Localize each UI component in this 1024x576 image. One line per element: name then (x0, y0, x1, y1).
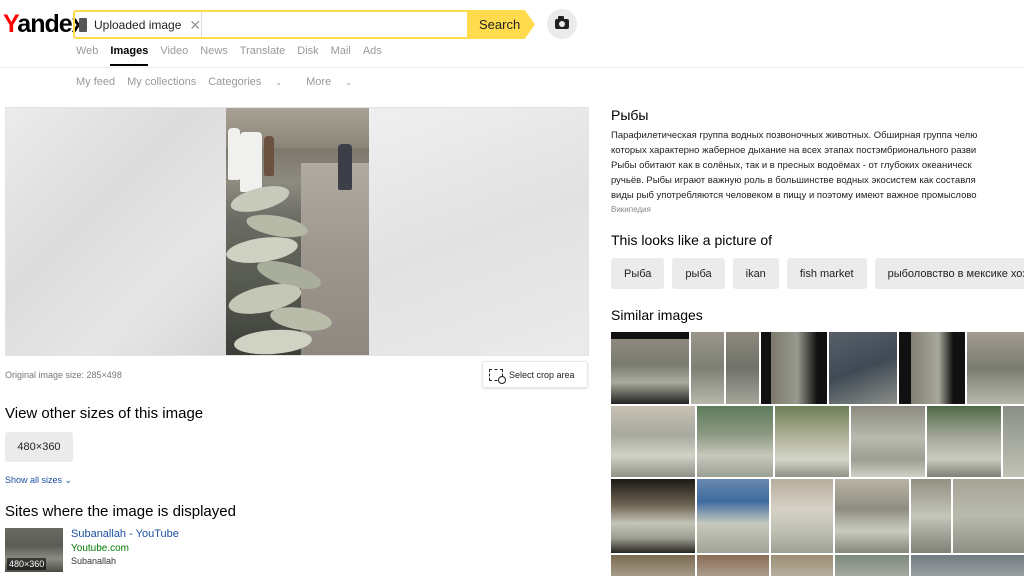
crop-icon (489, 368, 506, 384)
similar-image-tile[interactable] (761, 332, 827, 404)
similar-image-tile[interactable] (927, 406, 1001, 477)
original-image-size: Original image size: 285×498 (5, 370, 122, 380)
blurred-backdrop-left (6, 108, 226, 355)
camera-search-button[interactable] (547, 9, 577, 39)
similar-image-tile[interactable] (771, 479, 833, 553)
similar-image-tile[interactable] (611, 479, 695, 553)
select-crop-area-button[interactable]: Select crop area (482, 361, 588, 388)
similar-image-tile[interactable] (1003, 406, 1024, 477)
chevron-down-icon: ⌄ (345, 78, 352, 87)
similar-image-tile[interactable] (697, 555, 769, 576)
nav-images[interactable]: Images (110, 45, 148, 66)
similar-image-tile[interactable] (611, 332, 689, 404)
search-box[interactable]: Uploaded image ✕ (73, 10, 467, 39)
query-image-preview[interactable] (5, 107, 589, 356)
similar-image-tile[interactable] (771, 555, 833, 576)
header: Yandex Uploaded image ✕ Search Web Image… (0, 0, 1024, 68)
similar-image-tile[interactable] (851, 406, 925, 477)
similar-image-tile[interactable] (726, 332, 759, 404)
similar-image-tile[interactable] (691, 332, 724, 404)
my-feed-link[interactable]: My feed (76, 76, 115, 88)
show-all-sizes-link[interactable]: Show all sizes ⌄ (5, 475, 72, 486)
entity-title[interactable]: Рыбы (611, 107, 648, 123)
fish-market-photo (224, 108, 369, 355)
uploaded-image-thumbnail (79, 18, 87, 32)
service-nav: Web Images Video News Translate Disk Mai… (76, 45, 394, 66)
search-divider (201, 12, 202, 37)
similar-image-tile[interactable] (697, 406, 773, 477)
thumbnail-size-label: 480×360 (7, 558, 47, 570)
my-collections-link[interactable]: My collections (127, 76, 196, 88)
similar-image-tile[interactable] (835, 479, 909, 553)
entity-source-link[interactable]: Википедия (611, 205, 651, 214)
search-button[interactable]: Search (467, 10, 535, 39)
chevron-down-icon: ⌄ (64, 475, 73, 485)
similar-image-tile[interactable] (911, 479, 951, 553)
other-sizes-heading: View other sizes of this image (5, 405, 204, 422)
similar-image-tile[interactable] (967, 332, 1024, 404)
chip-label: Uploaded image (94, 18, 182, 32)
similar-image-tile[interactable] (911, 555, 1024, 576)
sites-heading: Sites where the image is displayed (5, 503, 236, 520)
nav-mail[interactable]: Mail (331, 45, 351, 57)
site-thumbnail[interactable]: 480×360 (5, 528, 63, 572)
similar-image-tile[interactable] (775, 406, 849, 477)
similar-images-grid (611, 332, 1024, 576)
tag-button[interactable]: ikan (732, 258, 779, 289)
nav-news[interactable]: News (200, 45, 228, 57)
chevron-down-icon: ⌄ (275, 78, 283, 87)
entity-description: Парафилетическая группа водных позвоночн… (611, 130, 978, 201)
close-icon[interactable]: ✕ (189, 17, 201, 34)
similar-image-tile[interactable] (835, 555, 909, 576)
site-domain-link[interactable]: Youtube.com (71, 543, 129, 554)
nav-ads[interactable]: Ads (363, 45, 382, 57)
site-title-link[interactable]: Subanallah - YouTube (71, 528, 179, 540)
tag-button[interactable]: Рыба (611, 258, 665, 289)
similar-images-heading: Similar images (611, 307, 703, 323)
site-description: Subanallah (71, 556, 117, 566)
tag-button[interactable]: fish market (786, 258, 867, 289)
blurred-backdrop-right (369, 108, 588, 355)
similar-image-tile[interactable] (899, 332, 965, 404)
crop-label: Select crop area (509, 369, 575, 380)
tag-button[interactable]: рыба (672, 258, 725, 289)
similar-image-tile[interactable] (611, 555, 695, 576)
uploaded-image-chip[interactable]: Uploaded image ✕ (79, 15, 201, 35)
nav-web[interactable]: Web (76, 45, 98, 57)
nav-translate[interactable]: Translate (240, 45, 285, 57)
tag-button[interactable]: рыболовство в мексике хозяй (874, 258, 1024, 289)
categories-dropdown[interactable]: Categories ⌄ (208, 76, 294, 88)
similar-image-tile[interactable] (829, 332, 897, 404)
similar-image-tile[interactable] (697, 479, 769, 553)
looks-like-heading: This looks like a picture of (611, 232, 773, 248)
nav-disk[interactable]: Disk (297, 45, 318, 57)
sub-nav: My feed My collections Categories ⌄ More ⌄ (76, 76, 376, 88)
nav-video[interactable]: Video (160, 45, 188, 57)
similar-image-tile[interactable] (611, 406, 695, 477)
camera-icon (555, 16, 569, 29)
size-480x360-button[interactable]: 480×360 (5, 432, 73, 462)
tag-list: Рыба рыба ikan fish market рыболовство в… (611, 258, 1024, 289)
more-dropdown[interactable]: More ⌄ (306, 76, 364, 88)
similar-image-tile[interactable] (953, 479, 1024, 553)
